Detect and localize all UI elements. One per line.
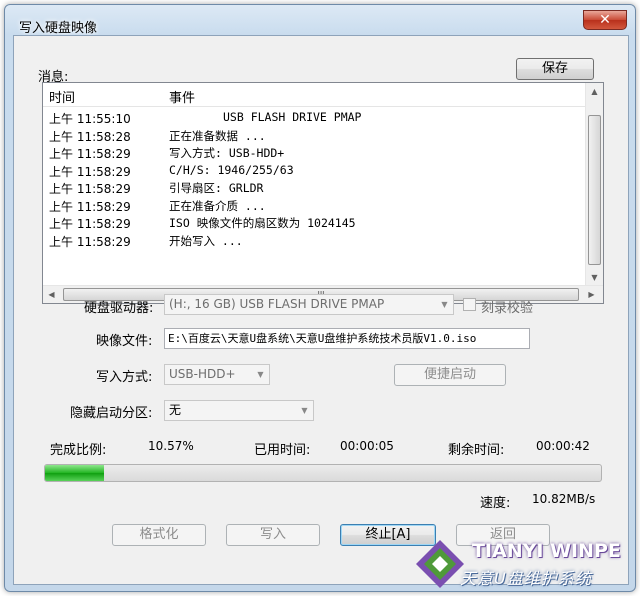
chevron-down-icon: ▼ bbox=[301, 406, 308, 415]
image-file-label: 映像文件: bbox=[96, 334, 153, 349]
tianyi-logo-icon bbox=[416, 540, 464, 588]
row-event: 引导扇区: GRLDR bbox=[169, 181, 264, 195]
quick-boot-button[interactable]: 便捷启动 bbox=[394, 364, 506, 386]
list-item[interactable]: 上午 11:58:29 写入方式: USB-HDD+ bbox=[43, 144, 585, 161]
scroll-left-icon[interactable]: ◀ bbox=[43, 286, 60, 303]
write-mode-select[interactable]: USB-HDD+ ▼ bbox=[164, 364, 270, 385]
progress-bar bbox=[44, 464, 602, 482]
list-item[interactable]: 上午 11:55:10 USB FLASH DRIVE PMAP bbox=[43, 109, 585, 126]
list-header: 时间 事件 bbox=[43, 83, 585, 107]
list-item[interactable]: 上午 11:58:28 正在准备数据 ... bbox=[43, 127, 585, 144]
hidden-partition-value: 无 bbox=[169, 403, 182, 417]
elapsed-label: 已用时间: bbox=[254, 443, 311, 458]
chevron-down-icon: ▼ bbox=[257, 370, 264, 379]
list-item[interactable]: 上午 11:58:29 正在准备介质 ... bbox=[43, 197, 585, 214]
verify-label: 刻录校验 bbox=[481, 301, 534, 316]
write-mode-value: USB-HDD+ bbox=[169, 367, 236, 381]
format-button[interactable]: 格式化 bbox=[112, 524, 206, 546]
progress-bar-fill bbox=[45, 465, 104, 481]
row-time: 上午 11:58:29 bbox=[49, 182, 131, 196]
elapsed-value: 00:00:05 bbox=[340, 439, 394, 453]
column-header-event[interactable]: 事件 bbox=[169, 87, 195, 106]
row-event: C/H/S: 1946/255/63 bbox=[169, 162, 294, 177]
row-time: 上午 11:58:29 bbox=[49, 147, 131, 161]
watermark-subtitle: 天意U盘维护系统 bbox=[460, 569, 592, 588]
list-item[interactable]: 上午 11:58:29 开始写入 ... bbox=[43, 232, 585, 249]
row-event: 正在准备介质 ... bbox=[169, 198, 266, 213]
drive-label: 硬盘驱动器: bbox=[84, 301, 154, 316]
vertical-scroll-thumb[interactable] bbox=[588, 115, 601, 265]
remaining-value: 00:00:42 bbox=[536, 439, 590, 453]
row-event: 正在准备数据 ... bbox=[169, 128, 266, 143]
window-title: 写入硬盘映像 bbox=[19, 21, 98, 36]
watermark-title: TIANYI WINPE bbox=[472, 540, 621, 562]
watermark: TIANYI WINPE 天意U盘维护系统 bbox=[410, 530, 638, 594]
title-bar[interactable]: 写入硬盘映像 ✕ bbox=[5, 5, 635, 36]
drive-select-value: (H:, 16 GB) USB FLASH DRIVE PMAP bbox=[169, 297, 385, 311]
write-mode-label: 写入方式: bbox=[96, 370, 153, 385]
dialog-client: 消息: 保存 时间 事件 上午 11:55:10 USB FLASH DRIVE… bbox=[13, 35, 629, 585]
save-button[interactable]: 保存 bbox=[516, 58, 594, 80]
list-item[interactable]: 上午 11:58:29 ISO 映像文件的扇区数为 1024145 bbox=[43, 214, 585, 231]
verify-checkbox[interactable] bbox=[463, 298, 476, 311]
speed-label: 速度: bbox=[480, 496, 511, 511]
scroll-right-icon[interactable]: ▶ bbox=[583, 286, 600, 303]
row-event: 开始写入 ... bbox=[169, 233, 243, 248]
row-event: ISO 映像文件的扇区数为 1024145 bbox=[169, 216, 356, 230]
row-time: 上午 11:58:29 bbox=[49, 164, 131, 179]
list-item[interactable]: 上午 11:58:29 引导扇区: GRLDR bbox=[43, 179, 585, 196]
hidden-partition-select[interactable]: 无 ▼ bbox=[164, 400, 314, 421]
dialog-window: 写入硬盘映像 ✕ 消息: 保存 时间 事件 上午 11:55:10 USB FL… bbox=[4, 4, 636, 592]
chevron-down-icon: ▼ bbox=[441, 300, 448, 309]
message-list[interactable]: 时间 事件 上午 11:55:10 USB FLASH DRIVE PMAP 上… bbox=[42, 82, 604, 304]
scroll-down-icon[interactable]: ▼ bbox=[586, 269, 603, 286]
hidden-partition-label: 隐藏启动分区: bbox=[70, 406, 153, 421]
write-button[interactable]: 写入 bbox=[226, 524, 320, 546]
column-header-time[interactable]: 时间 bbox=[49, 87, 75, 106]
row-time: 上午 11:58:29 bbox=[49, 234, 131, 249]
row-event: USB FLASH DRIVE PMAP bbox=[223, 110, 362, 124]
row-time: 上午 11:58:29 bbox=[49, 217, 131, 231]
ratio-value: 10.57% bbox=[148, 439, 194, 453]
row-time: 上午 11:58:28 bbox=[49, 129, 131, 144]
vertical-scrollbar[interactable]: ▲ ▼ bbox=[585, 83, 603, 286]
image-file-field[interactable]: E:\百度云\天意U盘系统\天意U盘维护系统技术员版V1.0.iso bbox=[164, 328, 530, 349]
scroll-up-icon[interactable]: ▲ bbox=[586, 83, 603, 100]
remaining-label: 剩余时间: bbox=[448, 443, 505, 458]
list-item[interactable]: 上午 11:58:29 C/H/S: 1946/255/63 bbox=[43, 162, 585, 179]
row-event: 写入方式: USB-HDD+ bbox=[169, 146, 285, 160]
drive-select[interactable]: (H:, 16 GB) USB FLASH DRIVE PMAP ▼ bbox=[164, 294, 454, 315]
ratio-label: 完成比例: bbox=[50, 443, 107, 458]
row-time: 上午 11:58:29 bbox=[49, 199, 131, 214]
row-time: 上午 11:55:10 bbox=[49, 112, 131, 126]
close-button[interactable]: ✕ bbox=[583, 10, 627, 30]
speed-value: 10.82MB/s bbox=[532, 492, 596, 506]
